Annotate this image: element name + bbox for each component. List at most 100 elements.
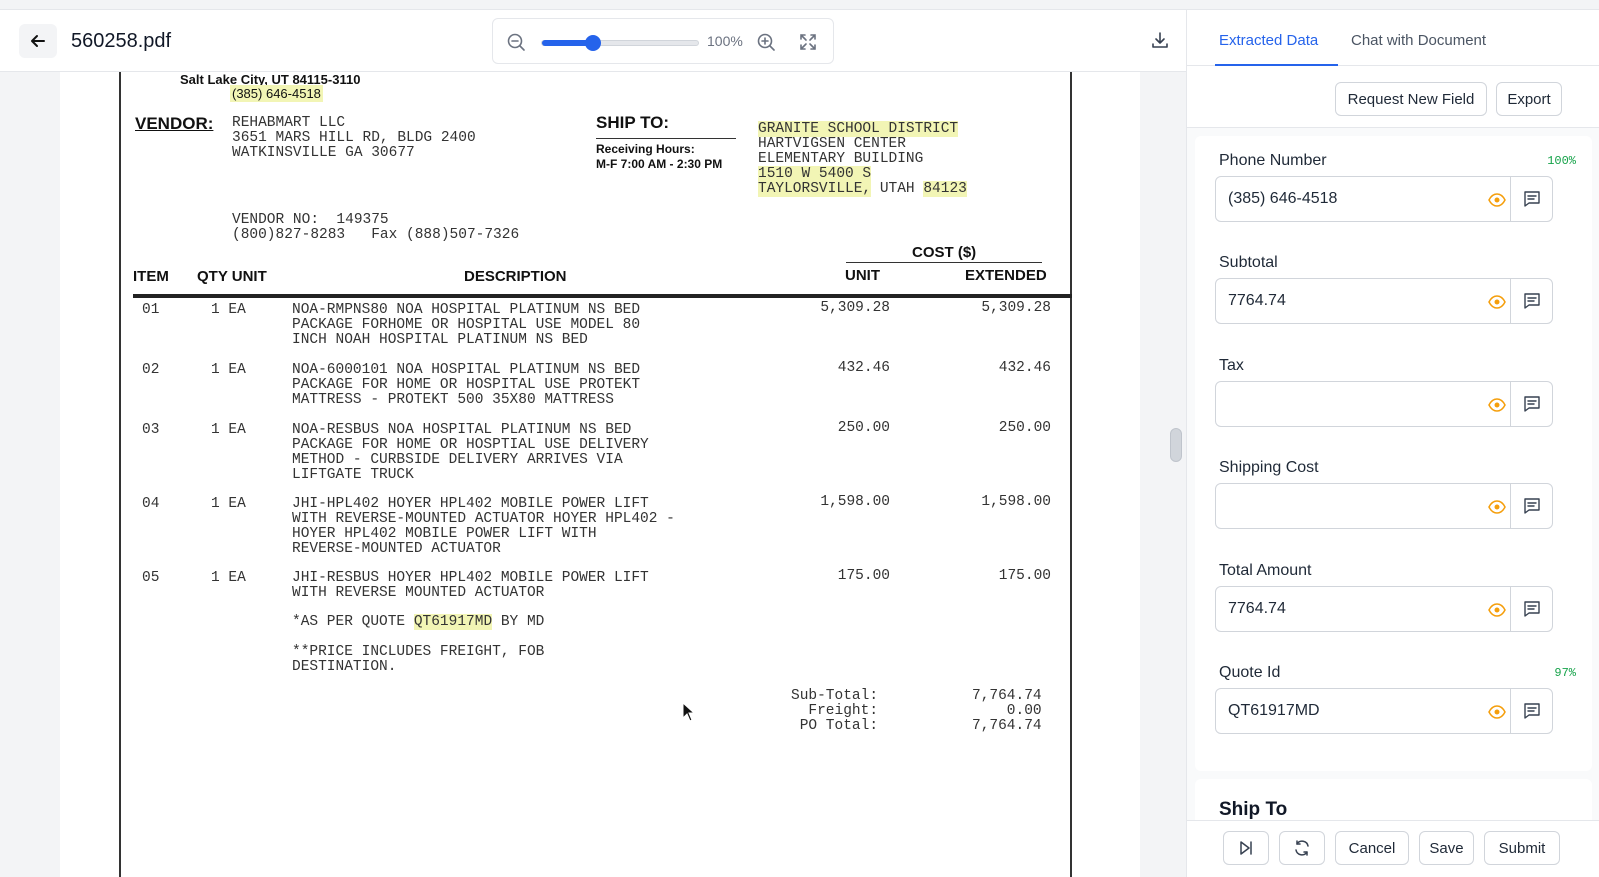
note-button[interactable] [1510, 382, 1553, 426]
cost-header: COST ($) [912, 244, 977, 261]
item-qty: 1 EA [211, 362, 246, 378]
field-list: Phone Number 100% Subtotal Tax [1195, 136, 1592, 771]
section-title: Ship To [1219, 799, 1288, 820]
phone-number-field [1215, 176, 1553, 222]
save-button[interactable]: Save [1419, 831, 1474, 865]
note-icon [1524, 498, 1540, 514]
ship-to-label: SHIP TO: [596, 113, 670, 132]
qty-unit-header: QTY UNIT [197, 268, 267, 285]
item-unit-cost: 175.00 [837, 568, 890, 584]
item-number: 04 [142, 496, 160, 512]
item-number: 01 [142, 302, 160, 318]
shipping-cost-field [1215, 483, 1553, 529]
shipping-cost-input[interactable] [1216, 484, 1484, 528]
item-description: JHI-HPL402 HOYER HPL402 MOBILE POWER LIF… [292, 496, 675, 557]
description-header: DESCRIPTION [464, 268, 567, 285]
quote-id-field [1215, 688, 1553, 734]
note-icon [1524, 396, 1540, 412]
file-name: 560258.pdf [71, 30, 172, 52]
ship-to-address: GRANITE SCHOOL DISTRICT HARTVIGSEN CENTE… [758, 121, 967, 197]
cost-rule [846, 262, 1042, 263]
subtotal-input[interactable] [1216, 279, 1484, 323]
unit-header: UNIT [845, 267, 880, 284]
submit-button[interactable]: Submit [1484, 831, 1560, 865]
zoom-level: 100% [707, 33, 743, 49]
top-phone: (385) 646-4518 [230, 85, 323, 102]
panel-actions: Request New Field Export [1187, 66, 1599, 128]
eye-icon[interactable] [1488, 498, 1506, 516]
vendor-label: VENDOR: [135, 114, 214, 133]
item-extended-cost: 5,309.28 [981, 300, 1051, 316]
zoom-slider[interactable] [541, 35, 699, 51]
extraction-panel: Extracted Data Chat with Document Reques… [1186, 10, 1599, 877]
zoom-in-icon[interactable] [755, 31, 777, 53]
receiving-label: Receiving Hours: [596, 142, 695, 156]
vendor-number: VENDOR NO: 149375 (800)827-8283 Fax (888… [232, 212, 520, 243]
tax-input[interactable] [1216, 382, 1484, 426]
confidence-badge: 97% [1554, 666, 1576, 680]
confidence-badge: 100% [1547, 154, 1576, 168]
ship-to-rule [596, 138, 736, 139]
field-label: Phone Number [1219, 152, 1327, 169]
header-rule [133, 294, 1072, 298]
item-description: NOA-RESBUS NOA HOSPITAL PLATINUM NS BED … [292, 422, 649, 483]
tax-field [1215, 381, 1553, 427]
back-button[interactable] [19, 24, 57, 58]
phone-number-input[interactable] [1216, 177, 1484, 221]
totals-labels: Sub-Total: Freight: PO Total: [791, 688, 879, 734]
tab-extracted-data[interactable]: Extracted Data [1219, 32, 1318, 49]
cancel-button[interactable]: Cancel [1335, 831, 1409, 865]
eye-icon[interactable] [1488, 703, 1506, 721]
field-label: Total Amount [1219, 562, 1312, 579]
total-amount-field [1215, 586, 1553, 632]
pdf-page: Salt Lake City, UT 84115-3110 (385) 646-… [60, 72, 1140, 877]
eye-icon[interactable] [1488, 293, 1506, 311]
pdf-viewer: 560258.pdf 100% Salt Lake City, UT 84115… [0, 10, 1186, 877]
note-button[interactable] [1510, 689, 1553, 733]
request-new-field-button[interactable]: Request New Field [1335, 82, 1487, 116]
item-extended-cost: 250.00 [998, 420, 1051, 436]
refresh-icon [1295, 840, 1309, 856]
item-description: NOA-6000101 NOA HOSPITAL PLATINUM NS BED… [292, 362, 641, 408]
item-header: ITEM [133, 268, 169, 285]
download-icon[interactable] [1150, 30, 1170, 50]
item-description: NOA-RMPNS80 NOA HOSPITAL PLATINUM NS BED… [292, 302, 641, 348]
eye-icon[interactable] [1488, 191, 1506, 209]
zoom-slider-thumb[interactable] [585, 35, 602, 51]
note-button[interactable] [1510, 177, 1553, 221]
export-button[interactable]: Export [1496, 82, 1562, 116]
freight-note: **PRICE INCLUDES FREIGHT, FOB DESTINATIO… [292, 644, 545, 675]
item-extended-cost: 432.46 [998, 360, 1051, 376]
viewer-toolbar: 560258.pdf 100% [0, 10, 1186, 72]
item-qty: 1 EA [211, 302, 246, 318]
note-button[interactable] [1510, 484, 1553, 528]
item-unit-cost: 1,598.00 [820, 494, 890, 510]
note-icon [1524, 191, 1540, 207]
fullscreen-icon[interactable] [797, 31, 819, 53]
totals-values: 7,764.74 0.00 7,764.74 [972, 688, 1042, 734]
skip-next-button[interactable] [1223, 831, 1269, 865]
total-amount-input[interactable] [1216, 587, 1484, 631]
note-button[interactable] [1510, 587, 1553, 631]
quote-id-input[interactable] [1216, 689, 1484, 733]
panel-footer: Cancel Save Submit [1187, 820, 1599, 877]
panel-resize-handle[interactable] [1170, 428, 1182, 462]
subtotal-field [1215, 278, 1553, 324]
vendor-address: REHABMART LLC 3651 MARS HILL RD, BLDG 24… [232, 115, 476, 161]
item-unit-cost: 250.00 [837, 420, 890, 436]
item-number: 03 [142, 422, 160, 438]
field-label: Tax [1219, 357, 1244, 374]
eye-icon[interactable] [1488, 396, 1506, 414]
zoom-controls: 100% [492, 18, 834, 64]
note-icon [1524, 601, 1540, 617]
note-button[interactable] [1510, 279, 1553, 323]
refresh-button[interactable] [1279, 831, 1325, 865]
item-unit-cost: 432.46 [837, 360, 890, 376]
zoom-out-icon[interactable] [505, 31, 527, 53]
extended-header: EXTENDED [965, 267, 1047, 284]
field-label: Subtotal [1219, 254, 1278, 271]
eye-icon[interactable] [1488, 601, 1506, 619]
tab-chat-with-document[interactable]: Chat with Document [1351, 32, 1486, 49]
field-label: Shipping Cost [1219, 459, 1319, 476]
item-number: 05 [142, 570, 160, 586]
